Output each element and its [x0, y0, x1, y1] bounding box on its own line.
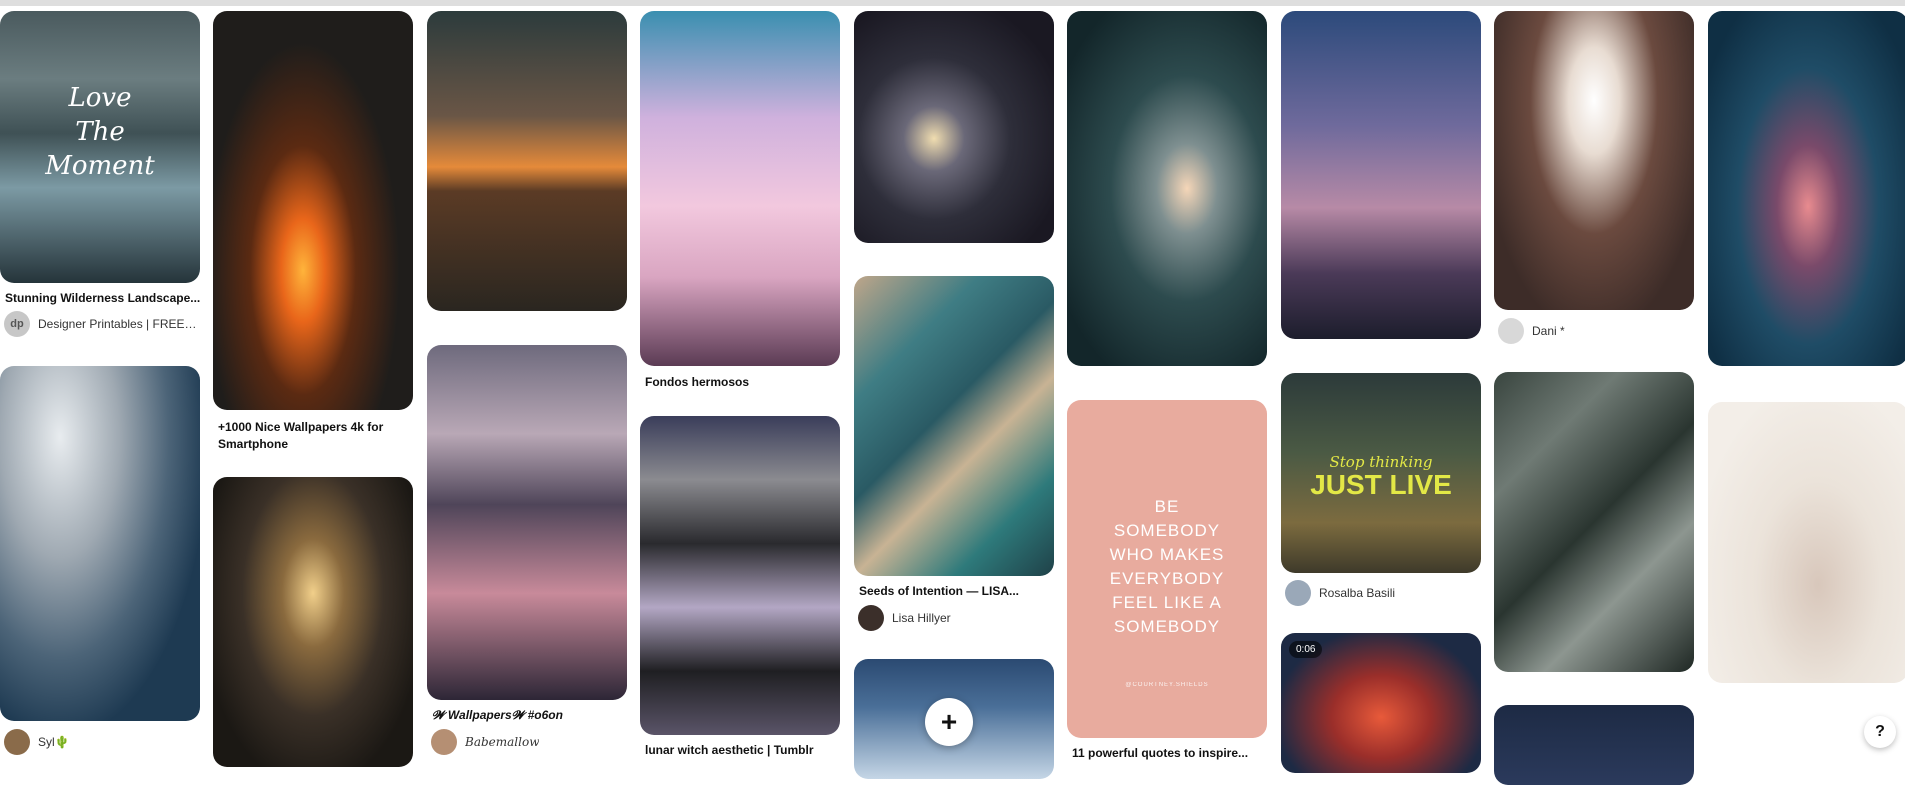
help-icon: ?: [1875, 723, 1885, 740]
author-name: Dani *: [1532, 324, 1565, 338]
pin-title[interactable]: Seeds of Intention — LISA...: [859, 583, 1055, 600]
pin-image[interactable]: [1708, 402, 1905, 683]
avatar: [431, 729, 457, 755]
pin-title[interactable]: Fondos hermosos: [645, 374, 841, 391]
quote-caption: @COURTNEY.SHIELDS: [1125, 682, 1209, 688]
add-button[interactable]: +: [925, 698, 973, 746]
pin-image[interactable]: [1281, 11, 1481, 339]
author-name: Syl🌵: [38, 735, 70, 749]
pin-image[interactable]: [213, 11, 413, 410]
pin-image[interactable]: [427, 11, 627, 311]
pin-byline[interactable]: Babemallow: [431, 727, 539, 757]
plus-icon: +: [940, 706, 958, 737]
pin-image[interactable]: [1494, 372, 1694, 672]
pin-image[interactable]: [213, 477, 413, 767]
author-name: Lisa Hillyer: [892, 611, 951, 625]
image-overlay-text: Love The Moment: [45, 83, 155, 181]
pin-title[interactable]: 11 powerful quotes to inspire...: [1072, 745, 1268, 762]
pin-image[interactable]: [1067, 11, 1267, 366]
pin-image[interactable]: BE SOMEBODY WHO MAKES EVERYBODY FEEL LIK…: [1067, 400, 1267, 738]
author-name: Rosalba Basili: [1319, 586, 1396, 600]
pin-byline[interactable]: Syl🌵: [4, 727, 70, 757]
pin-byline[interactable]: dp Designer Printables | FREE S...: [4, 309, 198, 339]
pin-image[interactable]: [640, 416, 840, 735]
quote-text: BE SOMEBODY WHO MAKES EVERYBODY FEEL LIK…: [1109, 497, 1225, 636]
video-duration-badge: 0:06: [1289, 641, 1323, 658]
pin-byline[interactable]: Dani *: [1498, 316, 1565, 346]
pin-byline[interactable]: Rosalba Basili: [1285, 578, 1395, 608]
pin-title[interactable]: Stunning Wilderness Landscape...: [5, 290, 201, 307]
author-name: Babemallow: [465, 735, 540, 749]
pin-image[interactable]: [0, 366, 200, 721]
pin-image[interactable]: Stop thinking JUST LIVE: [1281, 373, 1481, 573]
overlay-big: JUST LIVE: [1310, 469, 1452, 500]
avatar: [4, 729, 30, 755]
pin-image[interactable]: [640, 11, 840, 366]
avatar: [1498, 318, 1524, 344]
pin-title[interactable]: +1000 Nice Wallpapers 4k for Smartphone: [218, 419, 414, 453]
pin-title[interactable]: lunar witch aesthetic | Tumblr: [645, 742, 841, 759]
pin-image[interactable]: [854, 11, 1054, 243]
avatar: [1285, 580, 1311, 606]
help-button[interactable]: ?: [1864, 716, 1896, 748]
pin-image[interactable]: [1494, 705, 1694, 785]
avatar: dp: [4, 311, 30, 337]
pin-grid: Love The Moment Stunning Wilderness Land…: [0, 0, 1905, 785]
pin-image[interactable]: [427, 345, 627, 700]
pin-image[interactable]: 0:06: [1281, 633, 1481, 773]
pin-image[interactable]: [854, 276, 1054, 576]
pin-title[interactable]: 𝓦 Wallpapers𝓦 #o6on: [432, 707, 628, 724]
pin-image[interactable]: Love The Moment: [0, 11, 200, 283]
author-name: Designer Printables | FREE S...: [38, 317, 198, 331]
pin-image[interactable]: [1708, 11, 1905, 366]
pin-byline[interactable]: Lisa Hillyer: [858, 603, 951, 633]
avatar: [858, 605, 884, 631]
pin-image[interactable]: [1494, 11, 1694, 310]
